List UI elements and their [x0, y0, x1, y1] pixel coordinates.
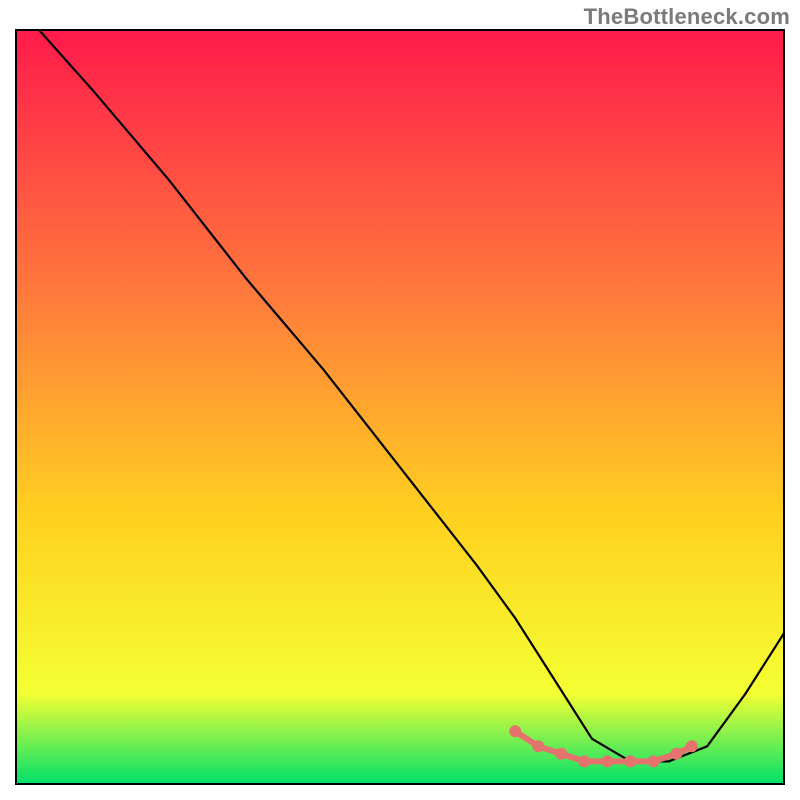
optimal-range-dot: [671, 748, 683, 760]
optimal-range-dot: [555, 748, 567, 760]
optimal-range-dot: [647, 755, 659, 767]
bottleneck-chart: [0, 0, 800, 800]
optimal-range-dot: [624, 755, 636, 767]
optimal-range-dot: [686, 740, 698, 752]
plot-background: [16, 30, 784, 784]
optimal-range-dot: [601, 755, 613, 767]
optimal-range-dot: [509, 725, 521, 737]
chart-stage: TheBottleneck.com: [0, 0, 800, 800]
optimal-range-dot: [532, 740, 544, 752]
optimal-range-dot: [578, 755, 590, 767]
